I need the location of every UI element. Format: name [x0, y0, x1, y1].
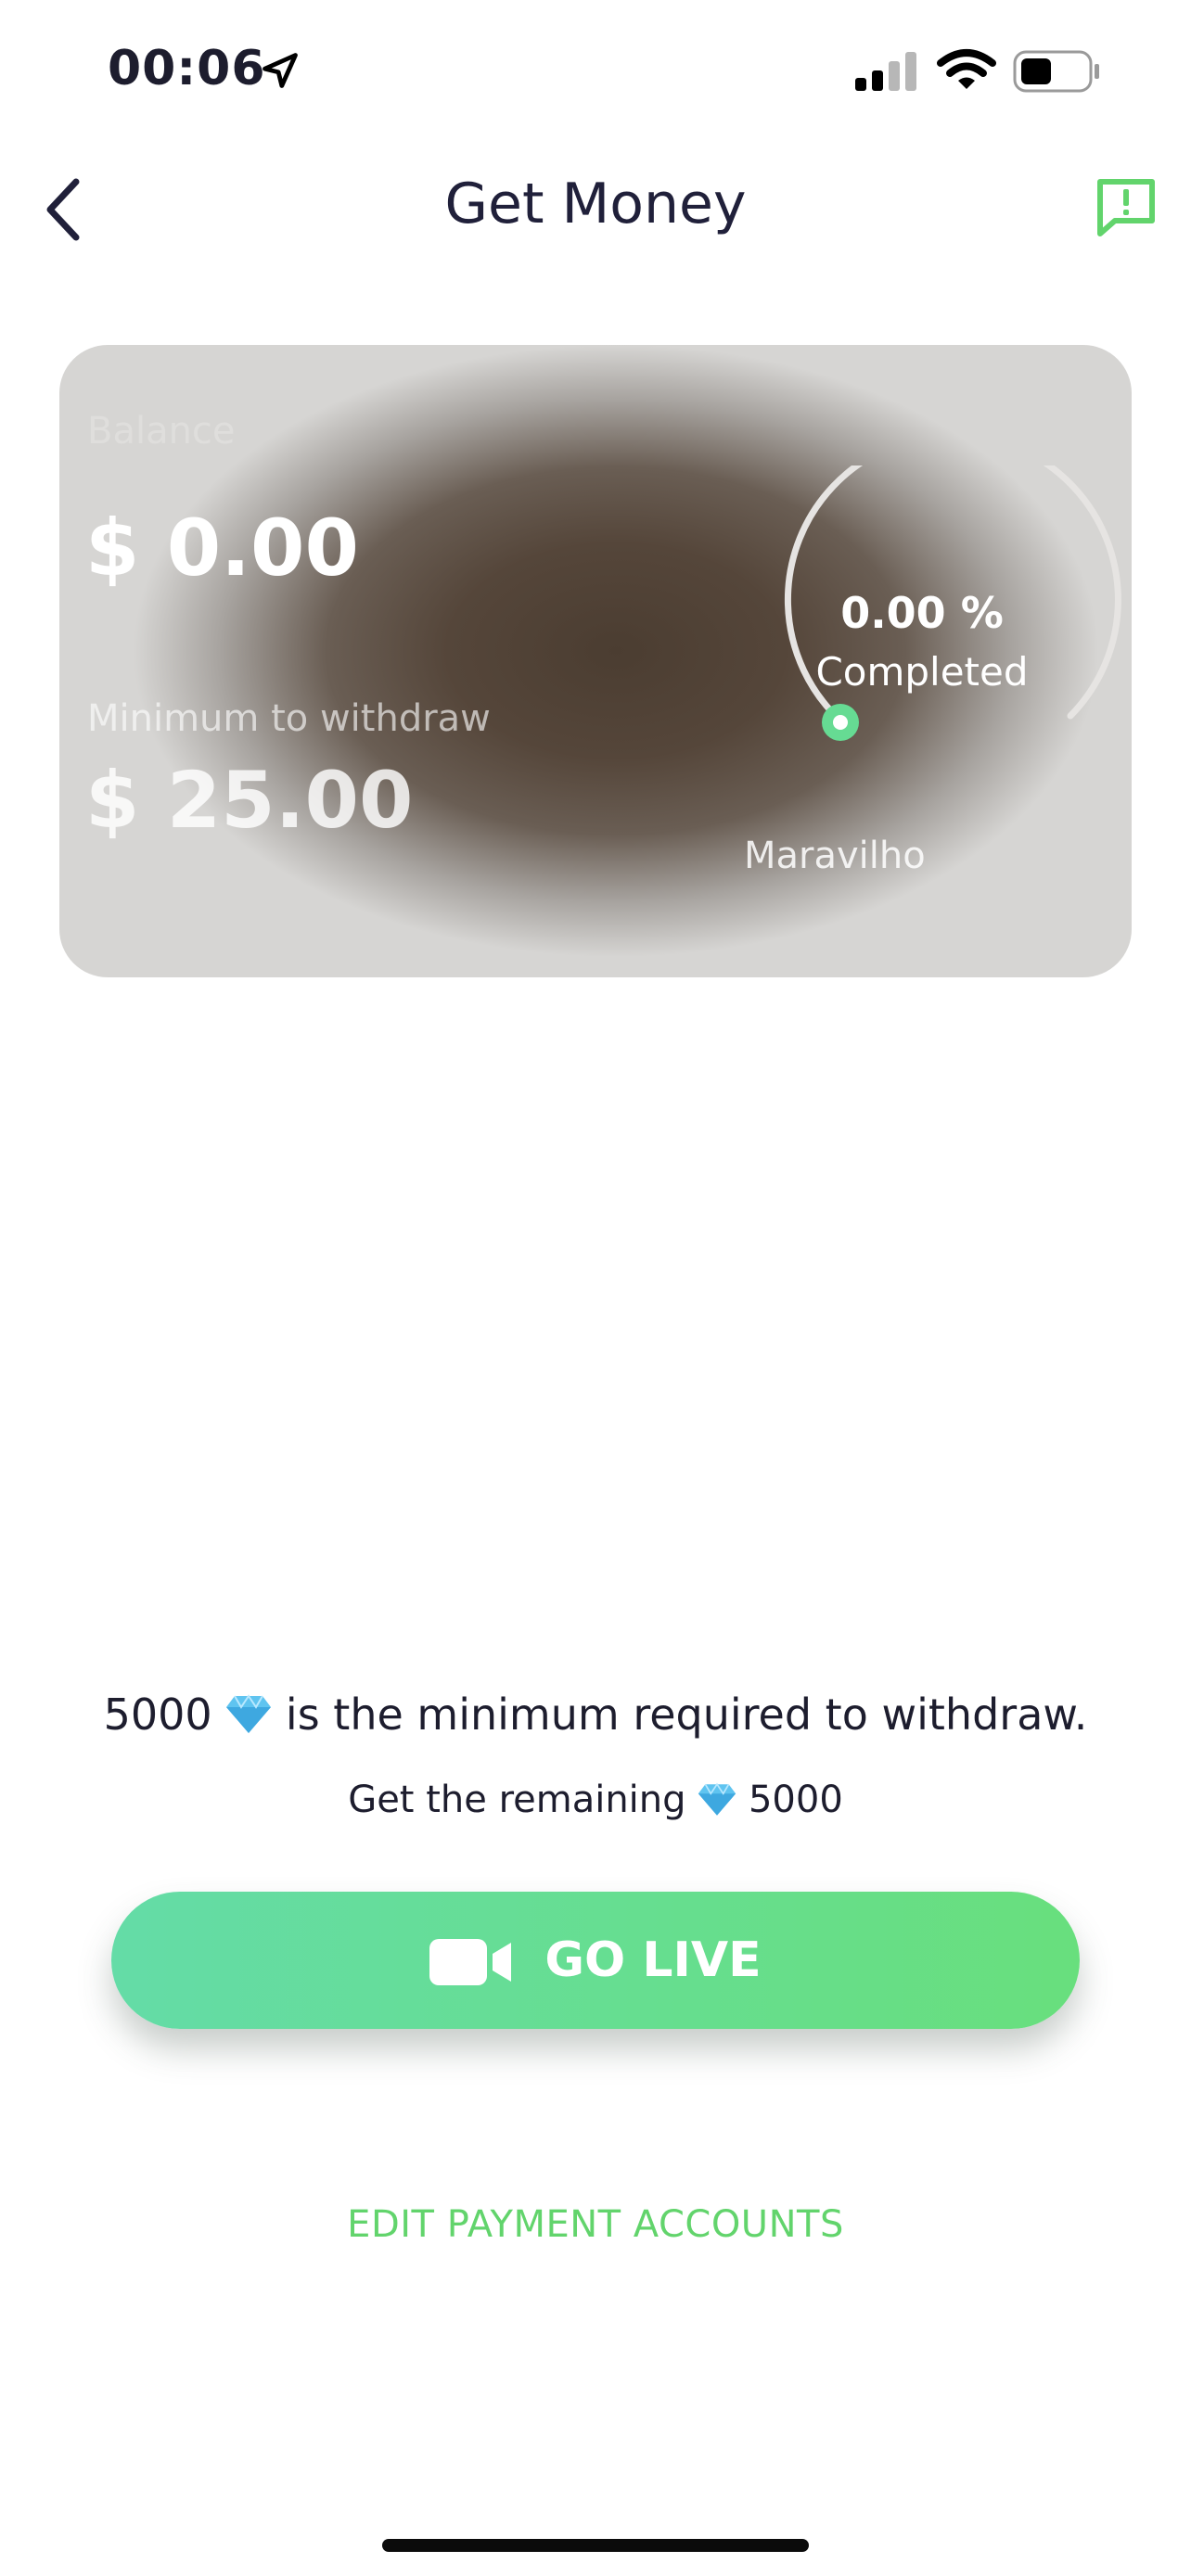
- go-live-button[interactable]: GO LIVE: [111, 1892, 1080, 2029]
- diamond-icon: [226, 1694, 272, 1733]
- balance-label: Balance: [87, 410, 236, 453]
- page-title: Get Money: [444, 172, 747, 236]
- balance-card: Balance $ 0.00 Minimum to withdraw $ 25.…: [59, 345, 1132, 977]
- progress-percent: 0.00 %: [840, 588, 1004, 638]
- diamond-icon: [698, 1782, 736, 1816]
- min-text: is the minimum required to withdraw.: [285, 1690, 1088, 1740]
- battery-icon: [1013, 50, 1099, 93]
- min-amount: 5000: [103, 1690, 212, 1740]
- balance-value: $ 0.00: [85, 503, 359, 593]
- wifi-icon: [937, 49, 996, 89]
- edit-payment-accounts-link[interactable]: EDIT PAYMENT ACCOUNTS: [0, 2203, 1191, 2246]
- min-withdraw-label: Minimum to withdraw: [87, 697, 491, 740]
- remaining-prefix: Get the remaining: [348, 1779, 686, 1821]
- get-money-screen: 00:06 Get Money Balance $ 0.00 Minimum t…: [0, 0, 1191, 2576]
- min-withdraw-value: $ 25.00: [85, 755, 414, 846]
- video-camera-icon: [429, 1939, 512, 1985]
- cellular-signal-icon: [855, 52, 916, 91]
- remaining-amount: 5000: [748, 1779, 843, 1821]
- go-live-label: GO LIVE: [544, 1932, 762, 1988]
- location-arrow-icon: [263, 53, 298, 88]
- home-indicator: [382, 2539, 809, 2552]
- remaining-text: Get the remaining 5000: [0, 1779, 1191, 1821]
- report-message-icon[interactable]: [1095, 176, 1158, 239]
- minimum-requirement-text: 5000 is the minimum required to withdraw…: [0, 1690, 1191, 1740]
- status-time: 00:06: [108, 41, 266, 96]
- progress-caption: Completed: [815, 649, 1029, 695]
- user-name: Maravilho: [744, 835, 926, 877]
